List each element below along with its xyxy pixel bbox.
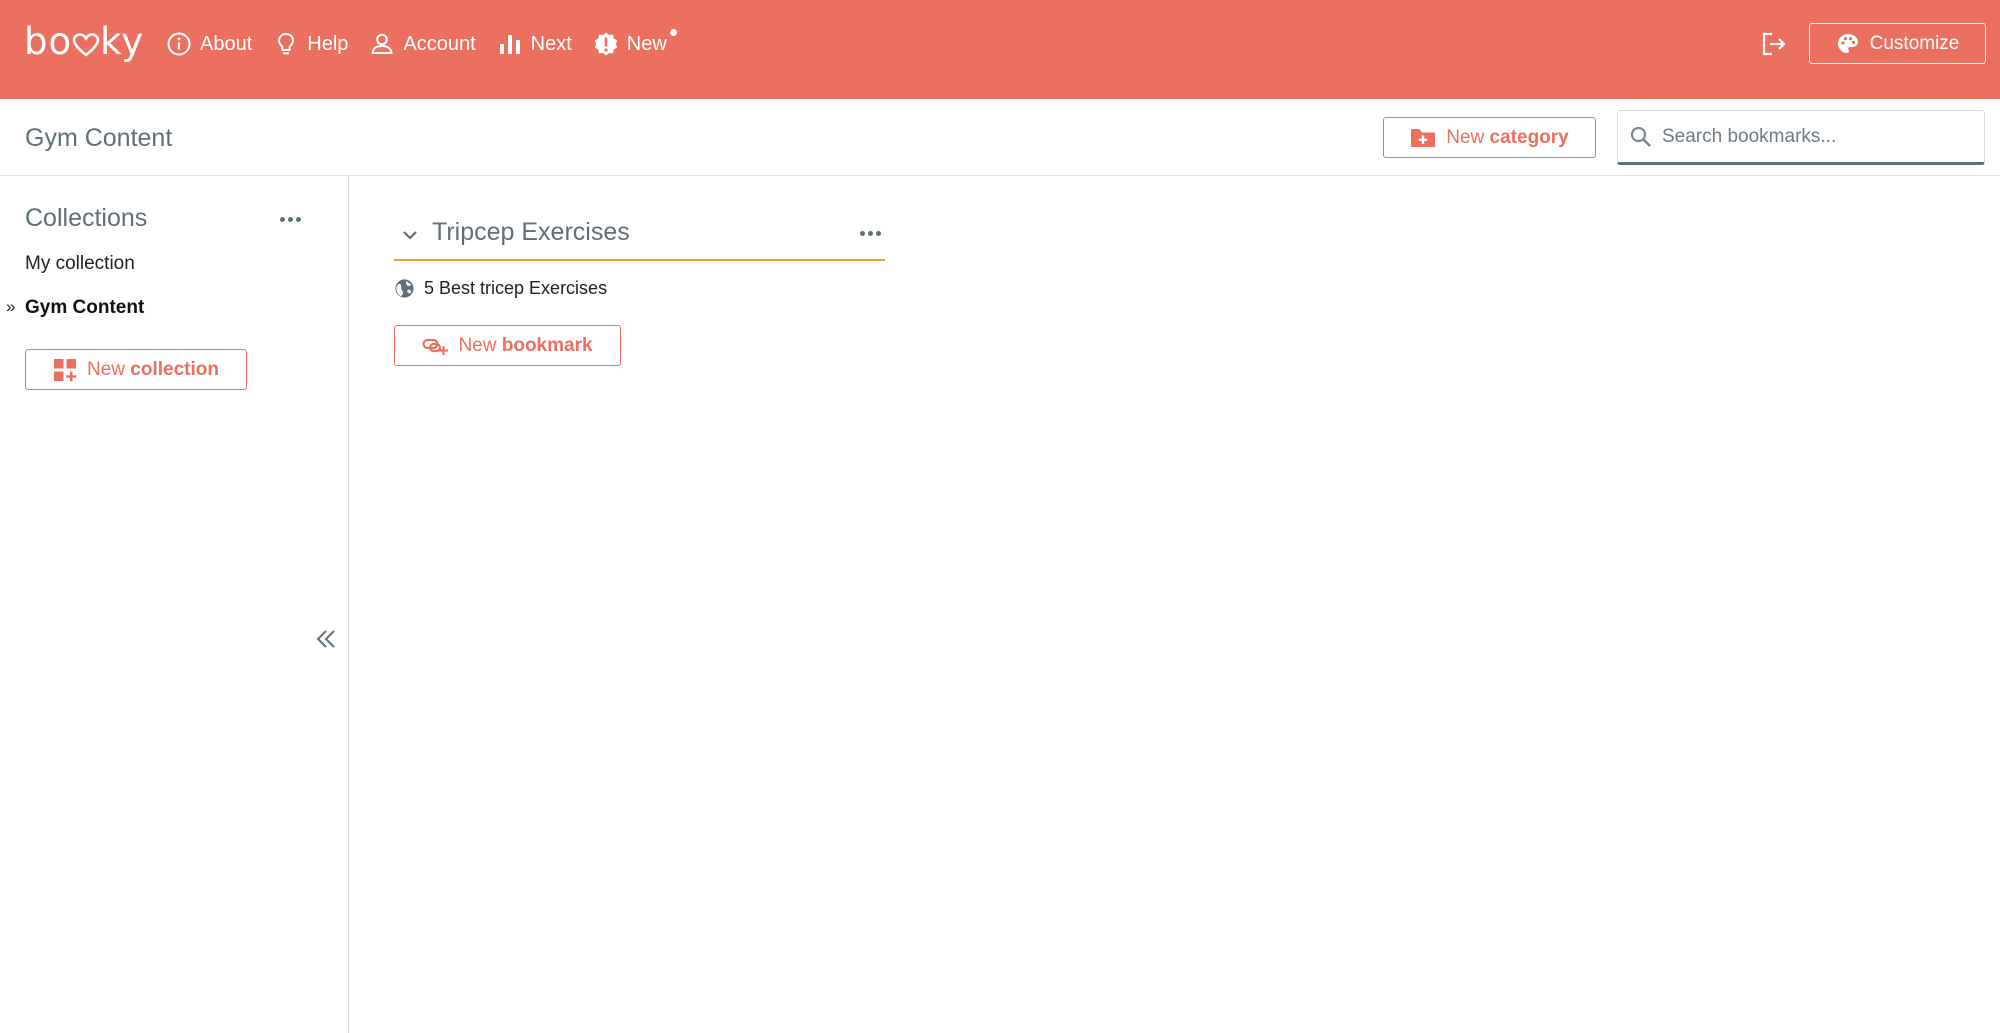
booky-logo[interactable]: bo ky bbox=[24, 20, 144, 63]
nav-about-label: About bbox=[200, 32, 253, 55]
bookmark-item[interactable]: 5 Best tricep Exercises bbox=[394, 278, 607, 299]
new-bookmark-prefix: New bbox=[458, 334, 497, 356]
info-icon bbox=[167, 32, 191, 56]
nav-about[interactable]: About bbox=[166, 31, 252, 57]
globe-icon bbox=[395, 279, 414, 298]
notification-dot bbox=[669, 29, 677, 36]
collections-more-icon[interactable] bbox=[280, 217, 301, 222]
new-category-button[interactable]: New category bbox=[1383, 117, 1596, 158]
new-category-bold: category bbox=[1489, 126, 1569, 148]
nav-help-label: Help bbox=[307, 32, 349, 55]
nav-next-label: Next bbox=[530, 32, 572, 55]
bar-chart-icon bbox=[499, 35, 520, 54]
new-collection-bold: collection bbox=[130, 358, 219, 380]
active-collection-marker: » bbox=[6, 297, 16, 316]
new-collection-prefix: New bbox=[87, 358, 126, 380]
nav-account[interactable]: Account bbox=[369, 31, 476, 57]
nav-help[interactable]: Help bbox=[273, 31, 348, 57]
sidebar-item-my-collection[interactable]: My collection bbox=[25, 253, 135, 275]
user-icon bbox=[371, 33, 394, 54]
nav-new-label: New bbox=[626, 32, 667, 55]
nav-next[interactable]: Next bbox=[497, 31, 572, 57]
logo-text-start: bo bbox=[24, 20, 73, 63]
folder-plus-icon bbox=[1411, 128, 1436, 147]
bookmark-label: 5 Best tricep Exercises bbox=[424, 278, 608, 298]
palette-icon bbox=[1837, 33, 1858, 53]
new-category-prefix: New bbox=[1446, 126, 1485, 148]
customize-label: Customize bbox=[1869, 32, 1960, 54]
search-input[interactable] bbox=[1662, 119, 1972, 155]
category-title[interactable]: Tripcep Exercises bbox=[432, 218, 630, 247]
category-header: Tripcep Exercises bbox=[394, 213, 885, 261]
page-header: Gym Content New category bbox=[0, 99, 2000, 176]
main-nav: About Help Account Next New bbox=[166, 26, 688, 62]
logout-icon[interactable] bbox=[1760, 30, 1788, 58]
grid-plus-icon bbox=[54, 358, 77, 381]
logo-text-end: ky bbox=[100, 20, 145, 63]
new-collection-button[interactable]: New collection bbox=[25, 349, 247, 390]
collections-sidebar: Collections My collection » Gym Content … bbox=[0, 176, 349, 1033]
collapse-sidebar-icon[interactable] bbox=[315, 628, 337, 650]
alert-badge-icon bbox=[594, 32, 618, 56]
collections-heading: Collections bbox=[25, 204, 148, 232]
chevron-down-icon[interactable] bbox=[400, 225, 420, 245]
link-plus-icon bbox=[422, 338, 449, 355]
nav-account-label: Account bbox=[403, 32, 476, 55]
top-navbar: bo ky About Help Account Next New Customi… bbox=[0, 0, 2000, 99]
lightbulb-icon bbox=[278, 32, 295, 55]
sidebar-item-gym-content[interactable]: Gym Content bbox=[25, 297, 144, 319]
new-bookmark-button[interactable]: New bookmark bbox=[394, 325, 621, 366]
category-more-icon[interactable] bbox=[860, 231, 881, 236]
new-bookmark-bold: bookmark bbox=[501, 334, 593, 356]
heart-logo-icon bbox=[72, 33, 100, 57]
search-icon bbox=[1630, 126, 1651, 147]
search-box bbox=[1617, 110, 1985, 165]
customize-button[interactable]: Customize bbox=[1809, 23, 1986, 64]
page-title: Gym Content bbox=[25, 124, 173, 152]
nav-new[interactable]: New bbox=[593, 29, 677, 57]
